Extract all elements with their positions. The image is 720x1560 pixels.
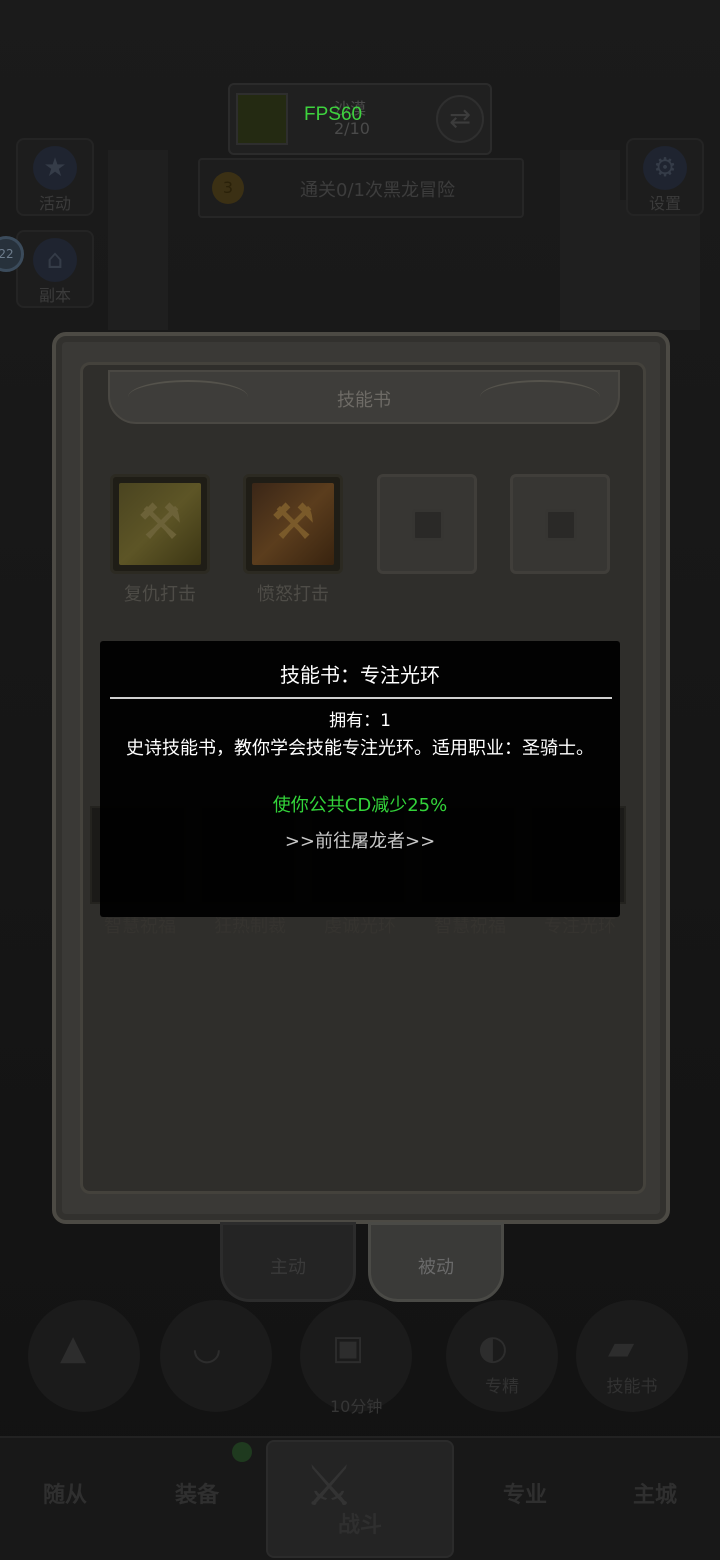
tooltip-effect: 使你公共CD减少25% [272, 795, 448, 816]
specialty-icon: ◐ [478, 1328, 508, 1368]
panel-banner: 技能书 [108, 370, 620, 424]
bottom-nav: 随从 装备 ⚔ 战斗 专业 主城 [0, 1436, 720, 1560]
tab-active-skills[interactable]: 主动 [220, 1222, 356, 1302]
lock-icon [412, 509, 444, 541]
skillbook-tooltip: 技能书：专注光环 史诗技能书，教你学会技能专注光环。适用职业：圣骑士。 使你公共… [100, 641, 620, 917]
quest-coin-icon: 3 [212, 172, 244, 204]
map-thumbnail [236, 93, 288, 145]
gear-icon: ⚙ [643, 146, 687, 190]
shortcut-button[interactable]: ◡ [160, 1300, 272, 1412]
nav-profession[interactable]: 专业 [460, 1438, 590, 1556]
skill-name: 愤怒打击 [257, 584, 329, 605]
shortcut-button[interactable]: ▲ [28, 1300, 140, 1412]
skill-name: 复仇打击 [124, 584, 196, 605]
lock-icon [545, 509, 577, 541]
dungeon-label: 副本 [38, 286, 71, 305]
chest-timer: 10分钟 [330, 1397, 383, 1416]
nav-battle[interactable]: ⚔ 战斗 [266, 1440, 454, 1558]
bowl-icon: ◡ [192, 1328, 222, 1368]
bg-pillar [108, 150, 168, 330]
nav-city[interactable]: 主城 [590, 1438, 720, 1556]
activity-button[interactable]: ★ 活动 [16, 138, 94, 216]
hammer-glyph: ⚒ [270, 493, 316, 551]
quest-text: 通关0/1次黑龙冒险 [300, 180, 455, 201]
activity-label: 活动 [38, 194, 71, 213]
skill-slot-locked[interactable] [510, 474, 610, 574]
tooltip-owned-count: 拥有：1 [329, 711, 391, 731]
specialty-button[interactable]: ◐ 专精 [446, 1300, 558, 1412]
goto-dragonslayer-link[interactable]: >>前往屠龙者>> [100, 827, 620, 853]
dungeon-button[interactable]: ⌂ 副本 [16, 230, 94, 308]
skill-slot-locked[interactable] [377, 474, 477, 574]
fps-counter: FPS60 [304, 104, 363, 125]
tooltip-divider [110, 697, 612, 699]
book-icon: ▰ [608, 1328, 635, 1368]
star-icon: ★ [33, 146, 77, 190]
gate-icon: ⌂ [33, 238, 77, 282]
quest-tracker[interactable]: 3 通关0/1次黑龙冒险 [198, 158, 524, 218]
chest-icon: ▣ [332, 1328, 365, 1368]
hammer-glyph: ⚒ [137, 493, 183, 551]
skillbook-label: 技能书 [606, 1377, 658, 1397]
tooltip-description: 史诗技能书，教你学会技能专注光环。适用职业：圣骑士。 [126, 738, 594, 759]
switch-map-icon[interactable]: ⇄ [436, 95, 484, 143]
notification-dot [232, 1442, 252, 1462]
nav-battle-label: 战斗 [337, 1513, 382, 1538]
bg-pillar [620, 200, 700, 330]
book-red-icon: ▲ [60, 1328, 87, 1368]
specialty-label: 专精 [485, 1377, 519, 1397]
settings-label: 设置 [648, 194, 681, 213]
settings-button[interactable]: ⚙ 设置 [626, 138, 704, 216]
tooltip-title: 技能书：专注光环 [280, 663, 440, 687]
nav-followers[interactable]: 随从 [0, 1438, 130, 1556]
skillbook-shortcut-button[interactable]: ▰ 技能书 [576, 1300, 688, 1412]
tab-passive-skills[interactable]: 被动 [368, 1222, 504, 1302]
skill-slot-revenge-strike[interactable]: ⚒ [110, 474, 210, 574]
skill-slot-wrath-strike[interactable]: ⚒ [243, 474, 343, 574]
bg-pillar [560, 150, 620, 330]
panel-title: 技能书 [337, 390, 391, 411]
